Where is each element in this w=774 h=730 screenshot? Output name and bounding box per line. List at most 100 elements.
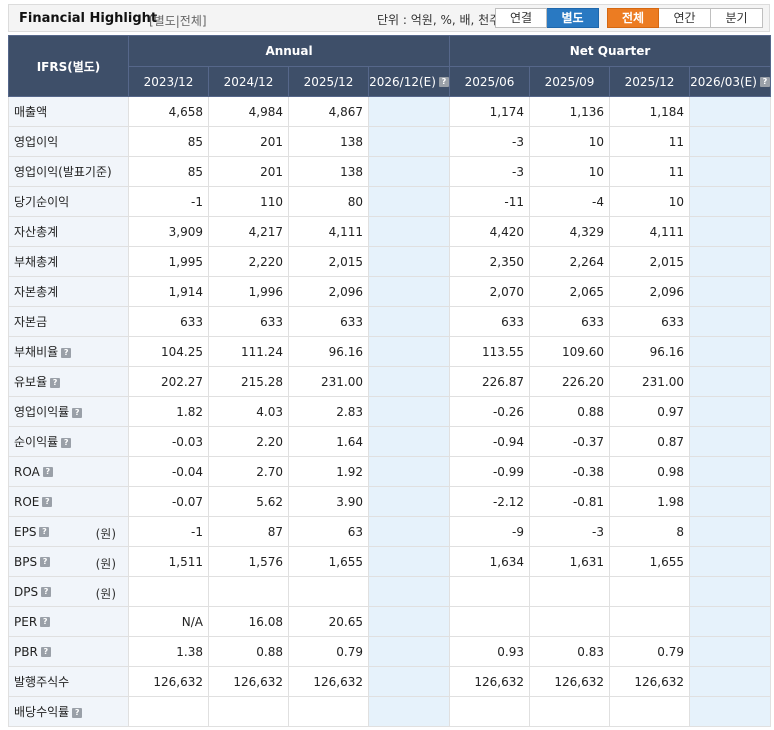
value-cell: 1,914 xyxy=(128,276,209,307)
row-label-cell: 영업이익 xyxy=(8,126,129,157)
value-cell: -4 xyxy=(529,186,611,217)
value-cell: 8 xyxy=(609,516,691,547)
row-label-cell: 자산총계 xyxy=(8,216,129,247)
table-row: 영업이익(발표기준) 85 201 138 -3 10 11 xyxy=(8,156,772,187)
basis-button-consolidated[interactable]: 연결 xyxy=(495,8,547,28)
value-cell: 1,995 xyxy=(128,246,209,277)
row-label: EPS xyxy=(14,524,37,539)
value-cell: 3,909 xyxy=(128,216,209,247)
info-icon[interactable]: ? xyxy=(72,407,83,418)
value-cell xyxy=(689,516,772,547)
info-icon[interactable]: ? xyxy=(61,347,72,358)
value-cell: 0.98 xyxy=(609,456,691,487)
table-row: BPS? (원) 1,511 1,576 1,655 1,634 1,631 1,655 xyxy=(8,546,772,577)
value-cell: 5.62 xyxy=(208,486,289,517)
group-header-net-quarter: Net Quarter xyxy=(449,35,772,67)
info-icon[interactable]: ? xyxy=(50,377,61,388)
value-cell xyxy=(689,336,772,367)
corner-header: IFRS(별도) xyxy=(8,35,129,97)
basis-button-separate[interactable]: 별도 xyxy=(547,8,599,28)
row-label-cell: ROA? xyxy=(8,456,129,487)
info-icon[interactable]: ? xyxy=(42,497,53,507)
info-icon[interactable]: ? xyxy=(61,437,72,448)
value-cell xyxy=(689,456,772,487)
info-icon[interactable]: ? xyxy=(39,527,50,537)
value-cell: 16.08 xyxy=(208,606,289,637)
row-label-cell: 당기순이익 xyxy=(8,186,129,217)
basis-toggle: 연결 별도 xyxy=(495,8,599,28)
value-cell: 2,015 xyxy=(609,246,691,277)
info-icon[interactable]: ? xyxy=(759,77,770,87)
period-toggle: 전체 연간 분기 xyxy=(607,8,763,28)
value-cell xyxy=(609,696,691,727)
period-button-annual[interactable]: 연간 xyxy=(659,8,711,28)
value-cell xyxy=(689,696,772,727)
value-cell: 111.24 xyxy=(208,336,289,367)
value-cell xyxy=(689,606,772,637)
value-cell xyxy=(449,696,531,727)
value-cell: 4,111 xyxy=(609,216,691,247)
row-label: 순이익률 xyxy=(14,435,59,449)
info-icon[interactable]: ? xyxy=(72,707,83,718)
value-cell xyxy=(367,246,451,277)
row-label-cell: BPS? (원) xyxy=(8,546,129,577)
table-row: 배당수익률? xyxy=(8,696,772,727)
value-cell xyxy=(689,306,772,337)
row-label-cell: 자본금 xyxy=(8,306,129,337)
value-cell xyxy=(367,696,451,727)
period-button-all[interactable]: 전체 xyxy=(607,8,659,28)
value-cell xyxy=(288,576,369,607)
value-cell: 2,096 xyxy=(288,276,369,307)
value-cell: 126,632 xyxy=(529,666,611,697)
value-cell: 215.28 xyxy=(208,366,289,397)
row-label: 자산총계 xyxy=(14,225,59,239)
value-cell xyxy=(689,396,772,427)
value-cell: -1 xyxy=(128,516,209,547)
info-icon[interactable]: ? xyxy=(42,467,53,477)
value-cell xyxy=(689,666,772,697)
value-cell xyxy=(367,546,451,577)
row-label: 매출액 xyxy=(14,105,48,119)
value-cell: 1,655 xyxy=(609,546,691,577)
info-icon[interactable]: ? xyxy=(41,587,52,597)
info-icon[interactable]: ? xyxy=(40,557,51,567)
row-label-cell: DPS? (원) xyxy=(8,576,129,607)
period-button-quarter[interactable]: 분기 xyxy=(711,8,763,28)
column-header: 2025/06 xyxy=(449,66,531,97)
value-cell: 2,350 xyxy=(449,246,531,277)
row-label-cell: 부채총계 xyxy=(8,246,129,277)
value-cell: 85 xyxy=(128,126,209,157)
value-cell: 110 xyxy=(208,186,289,217)
value-cell: 1.64 xyxy=(288,426,369,457)
row-label-cell: 배당수익률? xyxy=(8,696,129,727)
column-header: 2024/12 xyxy=(208,66,289,97)
value-cell: 633 xyxy=(529,306,611,337)
info-icon[interactable]: ? xyxy=(438,77,449,87)
column-header-label: 2025/12 xyxy=(303,74,354,89)
value-cell: -3 xyxy=(449,156,531,187)
row-label: PBR xyxy=(14,644,38,659)
value-cell xyxy=(367,486,451,517)
value-cell: 11 xyxy=(609,156,691,187)
value-cell xyxy=(367,666,451,697)
value-cell: 126,632 xyxy=(208,666,289,697)
table-row: 순이익률? -0.03 2.20 1.64 -0.94 -0.37 0.87 xyxy=(8,426,772,457)
value-cell: 1,136 xyxy=(529,96,611,127)
value-cell: 1,655 xyxy=(288,546,369,577)
row-label: 영업이익(발표기준) xyxy=(14,165,112,179)
table-row: 부채총계 1,995 2,220 2,015 2,350 2,264 2,015 xyxy=(8,246,772,277)
value-cell xyxy=(208,696,289,727)
value-cell: 0.87 xyxy=(609,426,691,457)
row-label: 자본총계 xyxy=(14,285,59,299)
table-row: 자산총계 3,909 4,217 4,111 4,420 4,329 4,111 xyxy=(8,216,772,247)
value-cell: -0.99 xyxy=(449,456,531,487)
info-icon[interactable]: ? xyxy=(40,617,51,627)
row-label: 자본금 xyxy=(14,315,48,329)
row-label-cell: ROE? xyxy=(8,486,129,517)
info-icon[interactable]: ? xyxy=(40,647,51,657)
column-header-label: 2026/03(E) xyxy=(690,74,757,89)
value-cell: 4,111 xyxy=(288,216,369,247)
value-cell: 633 xyxy=(128,306,209,337)
value-cell: 231.00 xyxy=(609,366,691,397)
row-label: 유보율 xyxy=(14,375,48,389)
